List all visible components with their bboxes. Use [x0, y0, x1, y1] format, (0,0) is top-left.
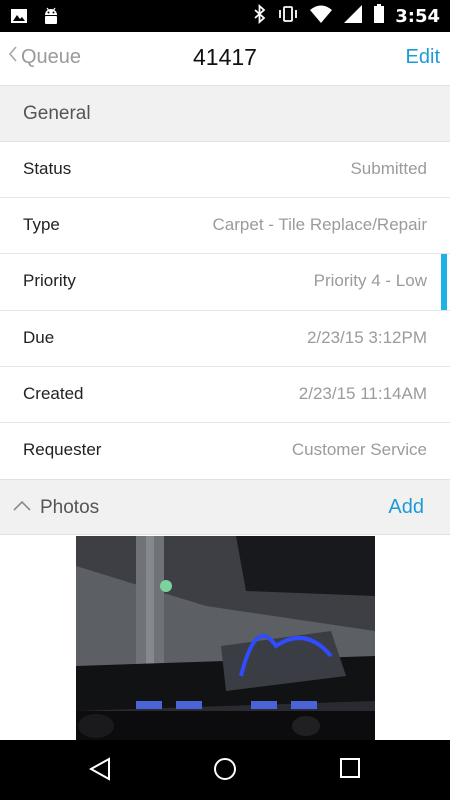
system-nav-bar — [0, 740, 450, 800]
row-value: 2/23/15 11:14AM — [298, 383, 427, 403]
row-value: 2/23/15 3:12PM — [306, 327, 427, 347]
general-section-label: General — [23, 103, 91, 124]
status-bar-time: 3:54 — [395, 6, 440, 27]
row-value: Customer Service — [291, 439, 427, 459]
row-label: Status — [23, 159, 72, 178]
photo-thumbnail[interactable] — [76, 536, 375, 740]
row-label: Type — [23, 215, 60, 235]
status-bar: 3:54 — [0, 0, 450, 32]
photos-section-label: Photos — [40, 497, 100, 518]
detail-row-priority[interactable]: Priority Priority 4 - Low — [0, 254, 450, 311]
battery-icon — [373, 4, 385, 29]
add-photo-button[interactable]: Add — [388, 496, 424, 519]
row-label: Priority — [23, 271, 76, 291]
detail-row-type[interactable]: Type Carpet - Tile Replace/Repair — [0, 198, 450, 255]
detail-row-requester[interactable]: Requester Customer Service — [0, 422, 450, 480]
recents-icon[interactable] — [338, 756, 362, 785]
edit-button[interactable]: Edit — [406, 46, 440, 69]
details-list: Status Submitted Type Carpet - Tile Repl… — [0, 142, 450, 480]
back-icon[interactable] — [87, 756, 113, 787]
android-icon — [42, 6, 60, 31]
photos-section-header: Photos Add — [0, 479, 450, 535]
row-label: Created — [23, 383, 84, 403]
bluetooth-icon — [253, 3, 267, 29]
detail-row-due[interactable]: Due 2/23/15 3:12PM — [0, 310, 450, 367]
photos-collapse-toggle[interactable]: Photos — [12, 497, 99, 519]
row-value: Priority 4 - Low — [313, 271, 427, 291]
general-section-header: General — [0, 86, 450, 142]
image-icon — [10, 7, 28, 30]
row-value: Carpet - Tile Replace/Repair — [212, 215, 427, 235]
wifi-icon — [309, 4, 333, 29]
row-label: Requester — [23, 439, 102, 459]
row-label: Due — [23, 327, 55, 347]
scrollbar-thumb[interactable] — [441, 254, 447, 310]
status-bar-notifications — [10, 6, 60, 31]
chevron-up-icon — [12, 499, 32, 517]
row-value: Submitted — [350, 159, 427, 178]
detail-row-created[interactable]: Created 2/23/15 11:14AM — [0, 366, 450, 423]
page-title: 41417 — [193, 44, 257, 70]
status-bar-system: 3:54 — [253, 3, 440, 29]
home-icon[interactable] — [212, 756, 238, 787]
detail-row-status[interactable]: Status Submitted — [0, 142, 450, 199]
nav-header: Queue 41417 Edit — [0, 32, 450, 86]
vibrate-icon — [277, 4, 299, 29]
signal-icon — [343, 4, 363, 29]
